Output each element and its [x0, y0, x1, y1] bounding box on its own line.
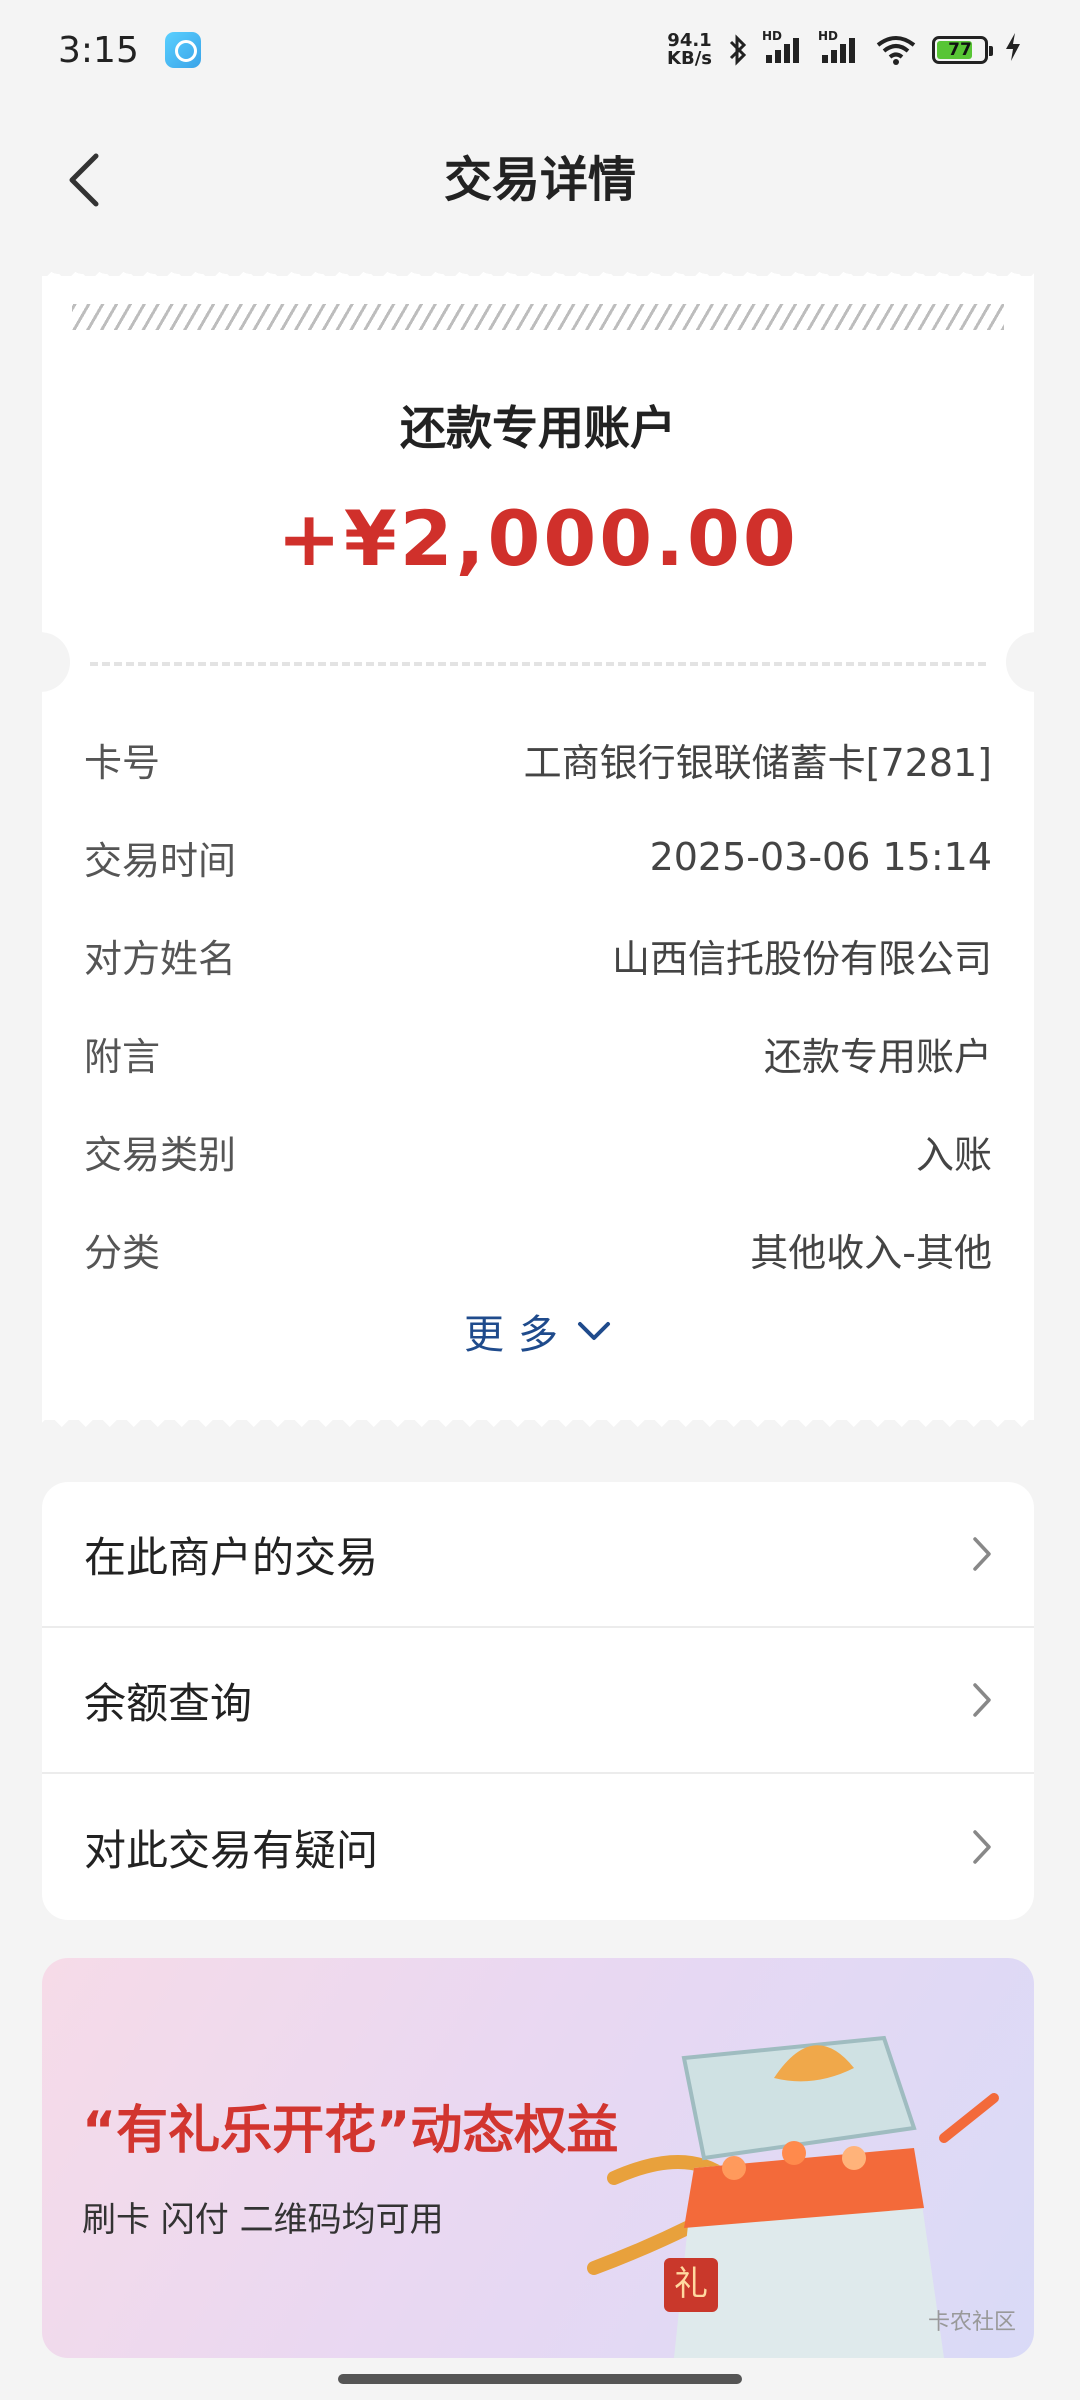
detail-row-remark: 附言 还款专用账户 [84, 1004, 992, 1102]
dashed-divider [90, 662, 986, 666]
detail-label: 分类 [84, 1230, 161, 1275]
bluetooth-icon [728, 33, 748, 67]
home-indicator[interactable] [338, 2374, 742, 2384]
detail-value: 工商银行银联储蓄卡[7281] [523, 740, 992, 785]
transaction-details: 卡号 工商银行银联储蓄卡[7281] 交易时间 2025-03-06 15:14… [84, 710, 992, 1298]
detail-value: 山西信托股份有限公司 [611, 936, 992, 981]
menu-item-label: 余额查询 [84, 1678, 253, 1728]
detail-value: 入账 [915, 1132, 992, 1177]
detail-row-category: 分类 其他收入-其他 [84, 1200, 992, 1298]
menu-item-merchant-transactions[interactable]: 在此商户的交易 [42, 1482, 1034, 1628]
status-bar: 3:15 94.1 KB/s HD HD 77 [0, 0, 1080, 100]
menu-item-label: 在此商户的交易 [84, 1532, 379, 1582]
detail-label: 对方姓名 [84, 936, 237, 981]
detail-value: 还款专用账户 [763, 1034, 992, 1079]
detail-value: 其他收入-其他 [750, 1230, 992, 1275]
banner-subtitle: 刷卡 闪付 二维码均可用 [82, 2200, 444, 2240]
clock: 3:15 [58, 29, 139, 71]
receipt-notch-right [1006, 632, 1066, 692]
more-label: 更多 [464, 1312, 572, 1358]
watermark: 卡农社区 [927, 2310, 1016, 2335]
wifi-icon [876, 35, 916, 65]
detail-value: 2025-03-06 15:14 [649, 835, 992, 879]
detail-row-counterparty: 对方姓名 山西信托股份有限公司 [84, 906, 992, 1004]
menu-item-dispute-transaction[interactable]: 对此交易有疑问 [42, 1774, 1034, 1920]
status-right: 94.1 KB/s HD HD 77 [667, 29, 1022, 69]
status-left: 3:15 [58, 30, 201, 71]
detail-label: 卡号 [84, 740, 161, 785]
menu-item-balance-inquiry[interactable]: 余额查询 [42, 1628, 1034, 1774]
detail-label: 交易类别 [84, 1132, 237, 1177]
transaction-receipt-card: 还款专用账户 +¥2,000.00 卡号 工商银行银联储蓄卡[7281] 交易时… [10, 262, 1066, 1434]
menu-item-label: 对此交易有疑问 [84, 1825, 379, 1875]
charging-icon [1004, 32, 1022, 69]
more-button[interactable]: 更多 [42, 1302, 1034, 1360]
chevron-right-icon [973, 1537, 991, 1571]
detail-label: 附言 [84, 1034, 161, 1079]
detail-row-transaction-type: 交易类别 入账 [84, 1102, 992, 1200]
signal-2-icon: HD [818, 29, 860, 65]
chevron-right-icon [973, 1830, 991, 1864]
detail-label: 交易时间 [84, 838, 237, 883]
navigation-header: 交易详情 [0, 130, 1080, 230]
banner-title: “有礼乐开花”动态权益 [82, 2101, 619, 2161]
signal-1-icon: HD [762, 29, 804, 65]
transaction-amount: +¥2,000.00 [277, 494, 799, 583]
account-title: 还款专用账户 [400, 401, 676, 455]
battery-icon: 77 [932, 36, 993, 64]
app-notification-icon [164, 32, 201, 68]
svg-text:礼: 礼 [674, 2264, 708, 2304]
receipt-notch-left [10, 632, 70, 692]
chevron-right-icon [973, 1683, 991, 1717]
receipt-hatch-decoration [72, 304, 1004, 330]
actions-menu: 在此商户的交易 余额查询 对此交易有疑问 [42, 1482, 1034, 1920]
chevron-down-icon [578, 1322, 610, 1340]
network-speed: 94.1 KB/s [667, 30, 712, 69]
detail-row-card-number: 卡号 工商银行银联储蓄卡[7281] [84, 710, 992, 808]
page-title: 交易详情 [443, 152, 636, 208]
receipt-zigzag-top [42, 262, 1034, 276]
receipt-zigzag-bottom [42, 1420, 1034, 1434]
promo-banner[interactable]: “有礼乐开花”动态权益 刷卡 闪付 二维码均可用 礼 卡农社区 [42, 1958, 1034, 2358]
detail-row-transaction-time: 交易时间 2025-03-06 15:14 [84, 808, 992, 906]
